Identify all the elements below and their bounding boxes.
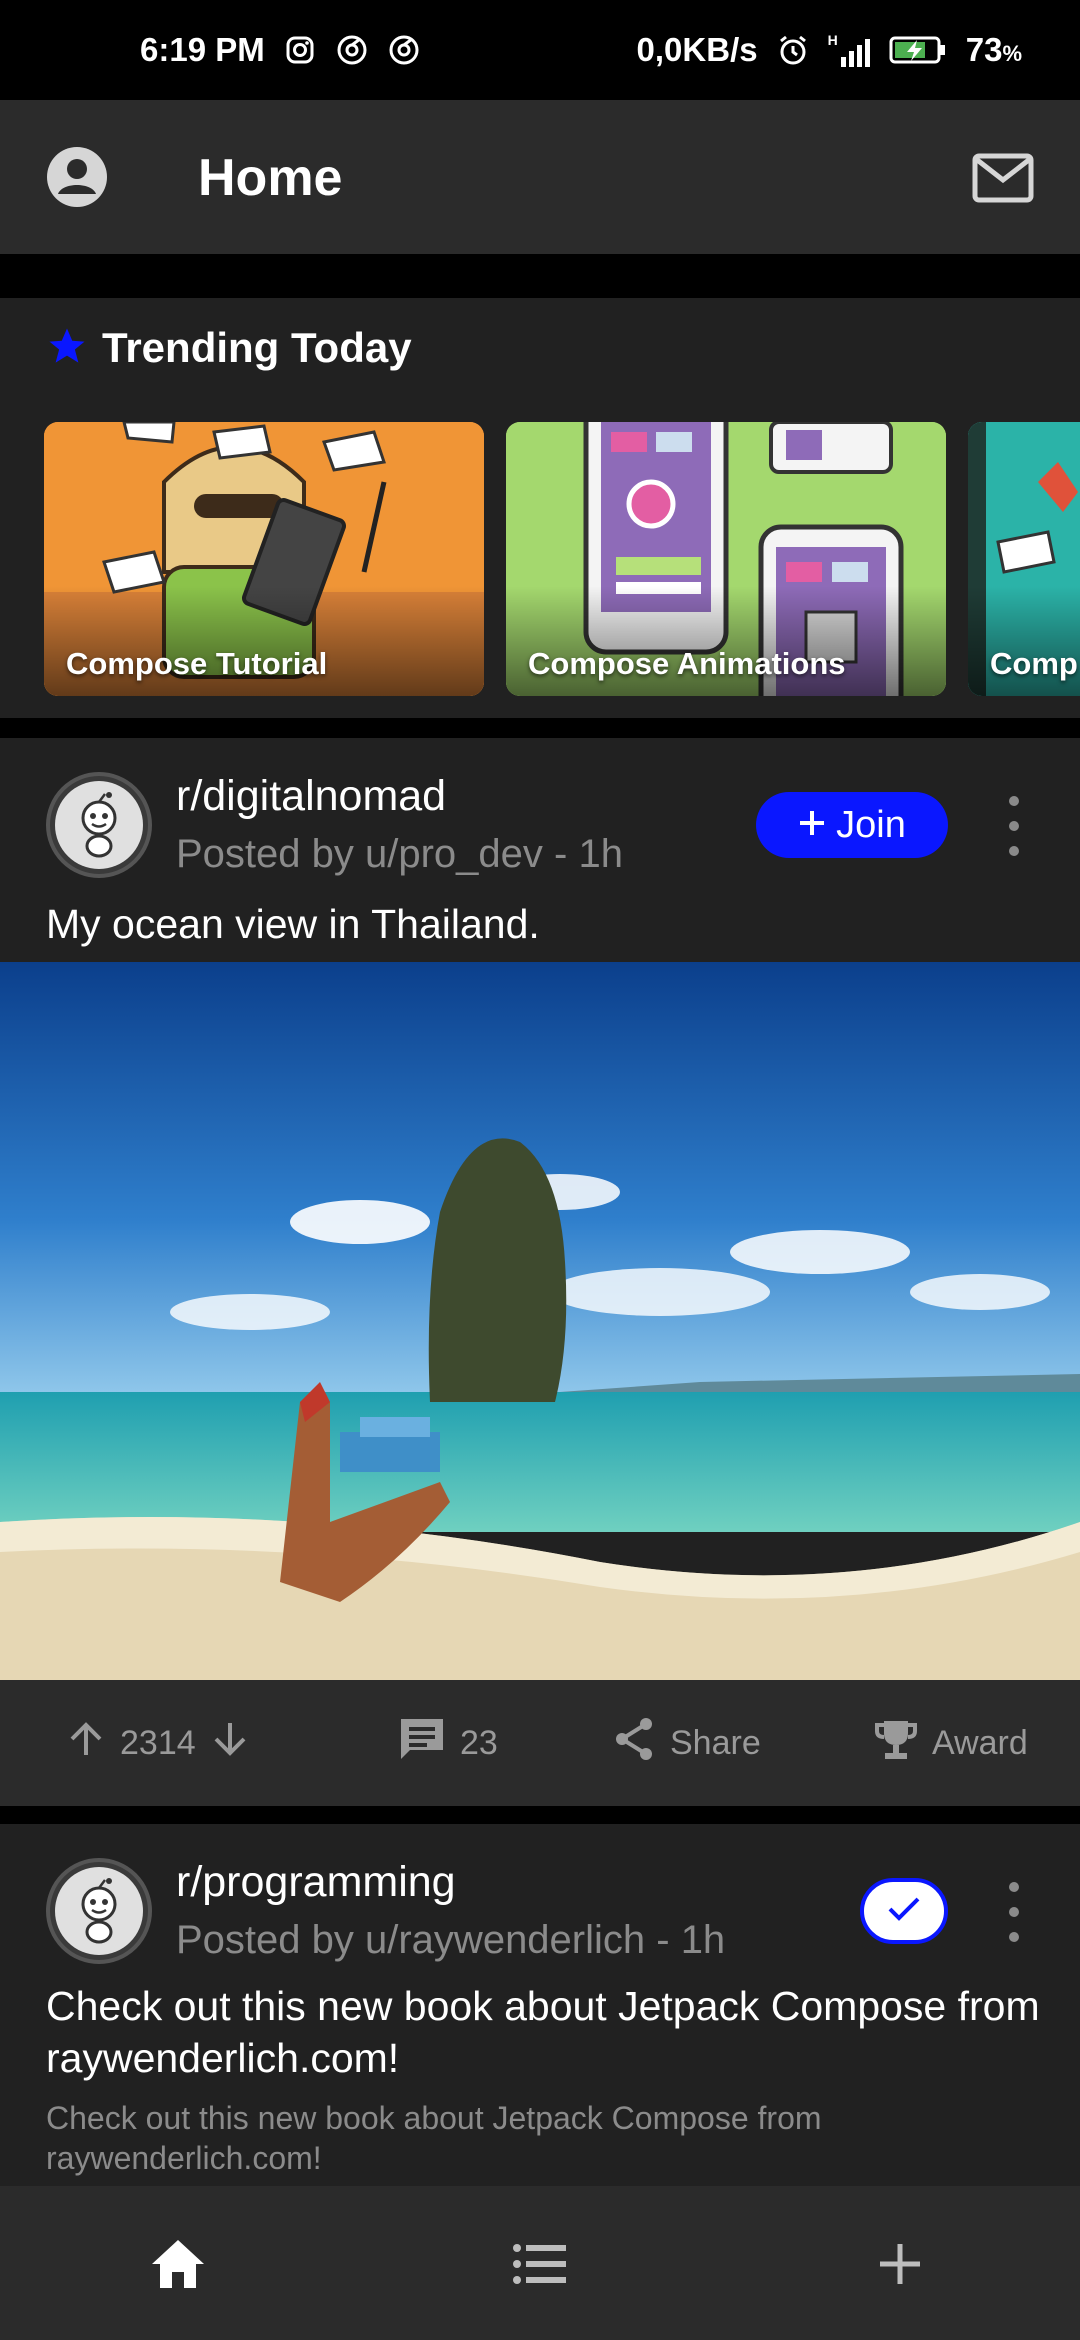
post-title: Check out this new book about Jetpack Co… bbox=[46, 1983, 1040, 2081]
trending-card-label: Comp bbox=[990, 646, 1078, 681]
battery-unit: % bbox=[1002, 41, 1022, 66]
trending-card[interactable]: Compose Tutorial bbox=[44, 422, 484, 696]
reddit-alien-icon bbox=[55, 781, 143, 869]
vote-count: 2314 bbox=[120, 1723, 196, 1762]
star-icon bbox=[46, 325, 88, 372]
net-speed: 0,0KB/s bbox=[636, 31, 758, 68]
subreddit-avatar[interactable] bbox=[46, 772, 152, 878]
subreddit-name[interactable]: r/programming bbox=[176, 1858, 456, 1907]
subreddit-name[interactable]: r/digitalnomad bbox=[176, 772, 446, 821]
post-card[interactable]: r/digitalnomad Posted by u/pro_dev - 1h … bbox=[0, 738, 1080, 1806]
trophy-icon bbox=[874, 1717, 918, 1770]
comments-button[interactable]: 23 bbox=[398, 1680, 498, 1806]
post-body: Check out this new book about Jetpack Co… bbox=[46, 2100, 822, 2176]
trending-card[interactable]: Comp bbox=[968, 422, 1080, 696]
status-bar-right: 0,0KB/s H 73 % bbox=[637, 31, 1022, 69]
page-title: Home bbox=[198, 149, 343, 207]
award-label: Award bbox=[932, 1723, 1028, 1762]
comment-icon bbox=[398, 1716, 446, 1771]
vote-group: 2314 bbox=[66, 1680, 250, 1806]
join-label: Join bbox=[836, 803, 906, 846]
reddit-alien-icon bbox=[55, 1867, 143, 1955]
network-type: H bbox=[827, 32, 838, 48]
list-icon[interactable] bbox=[510, 2234, 570, 2294]
check-icon bbox=[887, 1895, 921, 1928]
bottom-navigation bbox=[0, 2186, 1080, 2340]
trending-header: Trending Today bbox=[46, 324, 412, 372]
alarm-icon bbox=[776, 33, 810, 67]
trending-section: Trending Today Compose Tutorial Compose … bbox=[0, 298, 1080, 718]
trending-card-label: Compose Tutorial bbox=[66, 646, 328, 681]
share-label: Share bbox=[670, 1723, 761, 1762]
status-time: 6:19 PM bbox=[140, 31, 265, 68]
more-options-icon[interactable] bbox=[1002, 1882, 1026, 1942]
plus-icon bbox=[798, 804, 826, 847]
instagram-icon bbox=[283, 33, 317, 67]
join-button[interactable]: Join bbox=[756, 792, 948, 858]
comment-count: 23 bbox=[460, 1723, 498, 1762]
post-meta: Posted by u/raywenderlich - 1h bbox=[176, 1918, 726, 1962]
home-icon[interactable] bbox=[148, 2234, 208, 2294]
trending-card[interactable]: Compose Animations bbox=[506, 422, 946, 696]
joined-button[interactable] bbox=[860, 1878, 948, 1944]
trending-carousel[interactable]: Compose Tutorial Compose Animations Comp bbox=[44, 422, 1080, 696]
downvote-icon[interactable] bbox=[210, 1719, 250, 1768]
app-notification-icon bbox=[335, 33, 369, 67]
more-options-icon[interactable] bbox=[1002, 796, 1026, 856]
signal-icon: H bbox=[828, 33, 870, 67]
status-bar: 6:19 PM 0,0KB/s H 73 % bbox=[0, 0, 1080, 100]
post-image[interactable] bbox=[0, 962, 1080, 1680]
top-app-bar: Home bbox=[0, 100, 1080, 254]
post-meta: Posted by u/pro_dev - 1h bbox=[176, 832, 623, 876]
trending-title: Trending Today bbox=[102, 324, 412, 371]
trending-card-label: Compose Animations bbox=[528, 646, 846, 681]
account-circle-icon[interactable] bbox=[44, 144, 110, 210]
mail-icon[interactable] bbox=[972, 150, 1034, 206]
award-button[interactable]: Award bbox=[874, 1680, 1028, 1806]
upvote-icon[interactable] bbox=[66, 1719, 106, 1768]
beach-photo bbox=[0, 962, 1080, 1680]
post-card[interactable]: r/programming Posted by u/raywenderlich … bbox=[0, 1824, 1080, 2190]
subreddit-avatar[interactable] bbox=[46, 1858, 152, 1964]
battery-level: 73 bbox=[965, 31, 1003, 68]
add-icon[interactable] bbox=[870, 2234, 930, 2294]
post-title: My ocean view in Thailand. bbox=[46, 901, 540, 947]
battery-charging-icon bbox=[888, 33, 948, 67]
share-button[interactable]: Share bbox=[612, 1680, 761, 1806]
post-actions: 2314 23 Share Award bbox=[0, 1680, 1080, 1806]
share-icon bbox=[612, 1716, 656, 1771]
app-notification-icon-2 bbox=[387, 33, 421, 67]
status-bar-left: 6:19 PM bbox=[140, 31, 421, 69]
